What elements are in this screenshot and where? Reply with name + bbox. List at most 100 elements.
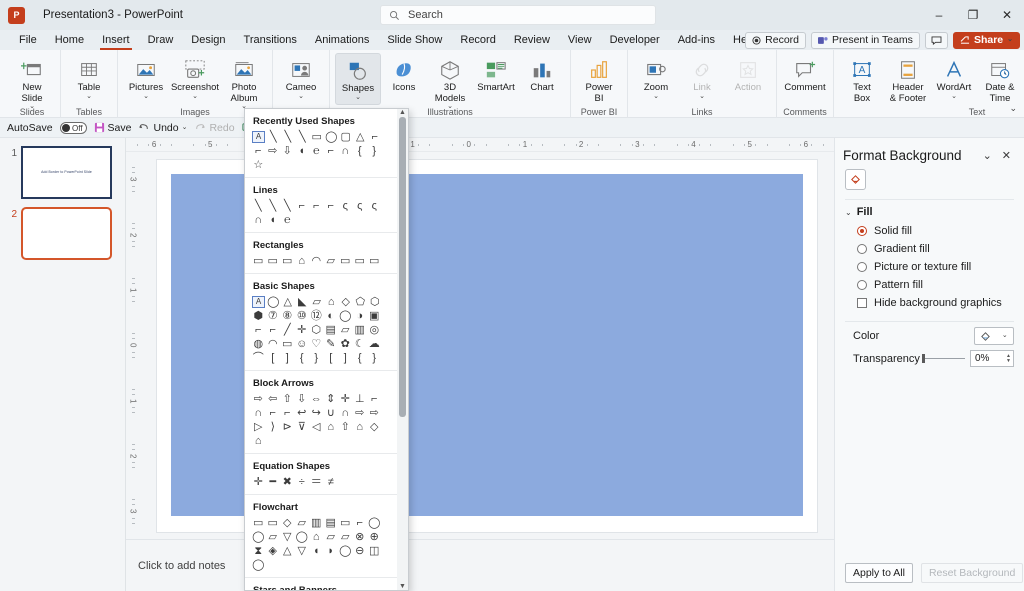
shape-item[interactable]: ⊗ (353, 530, 368, 544)
transparency-spinner[interactable]: 0% ▲▼ (970, 350, 1014, 367)
shape-item[interactable]: ☆ (251, 158, 266, 172)
shape-item[interactable]: ▭ (310, 130, 325, 144)
slide-thumbnail-row[interactable]: 2 (0, 199, 125, 260)
radio-button[interactable] (857, 244, 867, 254)
apply-to-all-button[interactable]: Apply to All (845, 563, 913, 583)
scroll-down-icon[interactable]: ▼ (399, 583, 406, 590)
ribbon-tab-review[interactable]: Review (505, 30, 559, 50)
shape-item[interactable]: ◖ (309, 544, 324, 558)
shape-item[interactable]: ▭ (251, 516, 266, 530)
ribbon-button-chart[interactable]: Chart (519, 53, 565, 105)
ribbon-button-photo-album[interactable]: Photo Album⌄ (221, 53, 267, 110)
ribbon-button-shapes[interactable]: Shapes⌄ (335, 53, 381, 105)
ribbon-button-smartart[interactable]: SmartArt (473, 53, 519, 105)
shape-item[interactable]: ▭ (251, 254, 266, 268)
shape-item[interactable]: ⬠ (353, 295, 368, 309)
autosave-toggle[interactable]: Off (60, 122, 87, 134)
shape-item[interactable]: ⊽ (295, 420, 310, 434)
shapes-gallery-flyout[interactable]: Recently Used ShapesA╲╲╲▭◯▢△⌐⌐⇨⇩◖℮⌐∩{}☆L… (244, 108, 409, 591)
shape-item[interactable]: ⑩ (295, 309, 310, 323)
shape-item[interactable]: ◖ (266, 213, 281, 227)
shape-item[interactable]: ◇ (367, 420, 382, 434)
fill-option-picture-or-texture-fill[interactable]: Picture or texture fill (835, 258, 1024, 276)
shape-item[interactable]: ⇨ (367, 406, 382, 420)
ribbon-button-screenshot[interactable]: Screenshot⌄ (169, 53, 221, 105)
shape-item[interactable]: ▭ (266, 516, 281, 530)
shape-item[interactable]: ◁ (309, 420, 324, 434)
shape-item[interactable]: ☺ (295, 337, 310, 351)
radio-button[interactable] (857, 280, 867, 290)
shape-item[interactable]: ╲ (281, 130, 296, 144)
undo-button[interactable]: Undo ⌄ (138, 122, 187, 134)
shape-item[interactable]: ς (338, 199, 353, 213)
shape-item[interactable]: ╲ (280, 199, 295, 213)
shape-item[interactable]: ✎ (324, 337, 339, 351)
ribbon-button-table[interactable]: Table⌄ (66, 53, 112, 105)
shape-item[interactable]: ∩ (338, 406, 353, 420)
shape-item[interactable]: ⧗ (251, 544, 266, 558)
shape-item[interactable]: } (367, 144, 382, 158)
ribbon-tab-home[interactable]: Home (46, 30, 93, 50)
fill-section-header[interactable]: ⌄ Fill (835, 200, 1024, 222)
undo-caret-icon[interactable]: ⌄ (182, 125, 188, 131)
shape-item[interactable]: ▣ (367, 309, 382, 323)
ribbon-tab-design[interactable]: Design (182, 30, 234, 50)
shape-item[interactable]: ╲ (295, 130, 310, 144)
shape-item[interactable]: ▭ (280, 254, 295, 268)
shape-item[interactable]: ╲ (266, 130, 281, 144)
search-input[interactable]: Search (380, 5, 656, 25)
chevron-down-icon[interactable]: ⌄ (86, 94, 92, 100)
shape-item[interactable]: { (295, 351, 310, 365)
shape-item[interactable]: ⟩ (266, 420, 281, 434)
shape-item[interactable]: △ (353, 130, 368, 144)
restore-button[interactable]: ❐ (956, 0, 990, 30)
shape-item[interactable]: ✛ (295, 323, 310, 337)
slides-thumbnail-panel[interactable]: 1Add Border to PowerPoint Slide2 (0, 138, 126, 591)
shape-item[interactable]: ◇ (280, 516, 295, 530)
shape-item[interactable]: ◐ (324, 309, 339, 323)
shape-item[interactable]: A (252, 296, 265, 308)
fill-option-pattern-fill[interactable]: Pattern fill (835, 276, 1024, 294)
shape-item[interactable]: ↪ (309, 406, 324, 420)
shape-item[interactable]: ▱ (324, 254, 339, 268)
ribbon-tab-slide-show[interactable]: Slide Show (378, 30, 451, 50)
ribbon-tab-draw[interactable]: Draw (139, 30, 183, 50)
shape-item[interactable]: ▱ (338, 530, 353, 544)
shape-item[interactable]: ☾ (353, 337, 368, 351)
fill-paint-bucket-icon[interactable] (845, 169, 866, 190)
shape-item[interactable]: { (353, 351, 368, 365)
shape-item[interactable]: ✖ (280, 475, 295, 489)
shape-item[interactable]: ⌐ (295, 199, 310, 213)
hide-background-graphics-row[interactable]: Hide background graphics (835, 294, 1024, 312)
chevron-down-icon[interactable]: ⌄ (192, 94, 198, 100)
shape-item[interactable]: ⌂ (295, 254, 310, 268)
shape-item[interactable]: ≠ (324, 475, 339, 489)
shape-item[interactable]: [ (266, 351, 281, 365)
record-button[interactable]: Record (745, 32, 806, 49)
ribbon-button-header-footer[interactable]: Header & Footer (885, 53, 931, 105)
shape-item[interactable]: ↩ (295, 406, 310, 420)
notes-pane[interactable]: Click to add notes (126, 539, 834, 591)
color-picker-button[interactable]: ⌄ (974, 327, 1014, 345)
shape-item[interactable]: ▷ (251, 420, 266, 434)
shape-item[interactable]: ▱ (266, 530, 281, 544)
shape-item[interactable]: ▥ (353, 323, 368, 337)
scroll-up-icon[interactable]: ▲ (399, 109, 406, 116)
shape-item[interactable]: ◯ (367, 516, 382, 530)
shape-item[interactable]: ▥ (309, 516, 324, 530)
collapse-ribbon-icon[interactable]: ⌄ (1009, 103, 1017, 114)
fill-option-gradient-fill[interactable]: Gradient fill (835, 240, 1024, 258)
shape-item[interactable]: ∪ (324, 406, 339, 420)
shape-item[interactable]: ∩ (338, 144, 353, 158)
shape-item[interactable]: ✿ (338, 337, 353, 351)
shape-item[interactable]: { (353, 144, 368, 158)
shape-item[interactable]: ▱ (338, 323, 353, 337)
shape-item[interactable]: ＝ (309, 475, 324, 489)
shape-item[interactable]: ▱ (310, 295, 325, 309)
chevron-down-icon[interactable]: ⌄ (298, 94, 304, 100)
shape-item[interactable]: ◍ (251, 337, 266, 351)
shape-item[interactable]: ▭ (280, 337, 295, 351)
shape-item[interactable]: ⊥ (353, 392, 368, 406)
shape-item[interactable]: ς (367, 199, 382, 213)
shape-item[interactable]: ⑦ (266, 309, 281, 323)
